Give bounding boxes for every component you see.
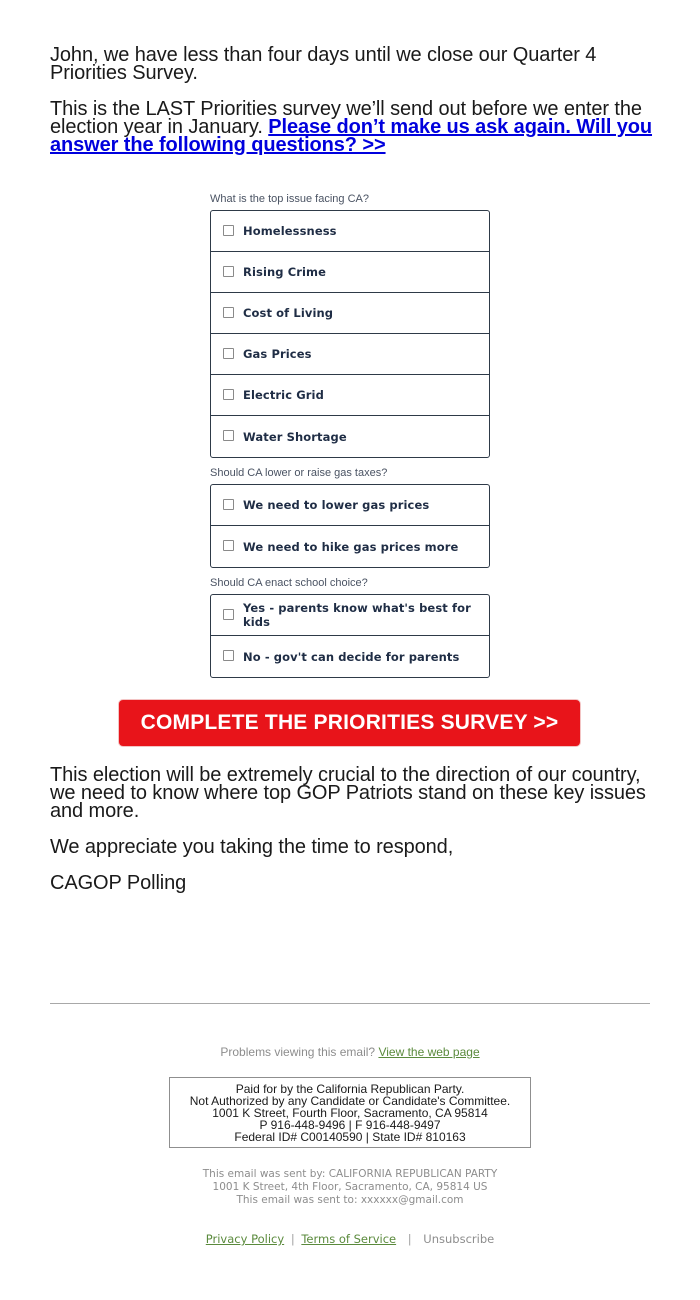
option-label: Water Shortage <box>243 429 347 444</box>
terms-of-service-link[interactable]: Terms of Service <box>301 1232 396 1246</box>
divider <box>50 1003 650 1004</box>
checkbox-icon[interactable] <box>223 388 234 400</box>
question-label: Should CA lower or raise gas taxes? <box>210 467 388 479</box>
options-list: We need to lower gas prices We need to h… <box>210 484 490 568</box>
checkbox-icon[interactable] <box>223 650 234 661</box>
checkbox-icon[interactable] <box>223 540 234 551</box>
checkbox-icon[interactable] <box>223 224 234 236</box>
checkbox-icon[interactable] <box>223 498 234 510</box>
recipient-line: This email was sent to: xxxxxx@gmail.com <box>236 1194 464 1206</box>
option-label: We need to hike gas prices more <box>243 539 459 554</box>
option-label: No - gov't can decide for parents <box>243 649 460 664</box>
option-homelessness[interactable]: Homelessness <box>211 211 489 252</box>
option-electric-grid[interactable]: Electric Grid <box>211 375 489 416</box>
intro-paragraph-1: John, we have less than four days until … <box>50 44 597 84</box>
complete-survey-button[interactable]: COMPLETE THE PRIORITIES SURVEY >> <box>118 699 581 747</box>
email-closing: This election will be extremely crucial … <box>50 764 660 910</box>
option-label: Gas Prices <box>243 347 312 361</box>
option-label: Yes - parents know what's best for kids <box>243 601 471 629</box>
footer-links: Privacy Policy | Terms of Service | Unsu… <box>0 1232 700 1246</box>
option-water-shortage[interactable]: Water Shortage <box>211 416 489 457</box>
paid-for-disclaimer: Paid for by the California Republican Pa… <box>169 1077 531 1148</box>
sender-address: 1001 K Street, 4th Floor, Sacramento, CA… <box>212 1181 488 1193</box>
options-list: Yes - parents know what's best for kids … <box>210 594 490 678</box>
option-label: Rising Crime <box>243 265 327 279</box>
option-rising-crime[interactable]: Rising Crime <box>211 252 489 293</box>
view-web-page-link[interactable]: View the web page <box>378 1045 479 1059</box>
option-hike-gas-prices[interactable]: We need to hike gas prices more <box>211 526 489 567</box>
checkbox-icon[interactable] <box>223 430 234 441</box>
question-label: Should CA enact school choice? <box>210 577 368 589</box>
options-list: Homelessness Rising Crime Cost of Living… <box>210 210 490 458</box>
survey-question-1: What is the top issue facing CA? Homeles… <box>210 193 490 458</box>
checkbox-icon[interactable] <box>223 608 234 620</box>
option-label: Electric Grid <box>243 388 324 402</box>
separator: | <box>407 1232 412 1246</box>
separator: | <box>290 1232 295 1246</box>
disclaimer-line: Federal ID# C00140590 | State ID# 810163 <box>234 1130 466 1144</box>
option-label: Homelessness <box>243 224 337 238</box>
sender-line: This email was sent by: CALIFORNIA REPUB… <box>202 1168 498 1180</box>
option-school-choice-yes[interactable]: Yes - parents know what's best for kids <box>211 595 489 636</box>
intro-paragraph-2: This is the LAST Priorities survey we’ll… <box>50 99 654 155</box>
unsubscribe-link[interactable]: Unsubscribe <box>423 1232 494 1246</box>
survey-question-3: Should CA enact school choice? Yes - par… <box>210 577 490 678</box>
option-cost-of-living[interactable]: Cost of Living <box>211 293 489 334</box>
option-school-choice-no[interactable]: No - gov't can decide for parents <box>211 636 489 677</box>
option-lower-gas-prices[interactable]: We need to lower gas prices <box>211 485 489 526</box>
email-intro: John, we have less than four days until … <box>50 44 654 172</box>
survey-question-2: Should CA lower or raise gas taxes? We n… <box>210 467 490 568</box>
checkbox-icon[interactable] <box>223 306 234 318</box>
option-label: We need to lower gas prices <box>243 498 430 512</box>
option-label: Cost of Living <box>243 306 334 320</box>
sender-info: This email was sent by: CALIFORNIA REPUB… <box>0 1168 700 1207</box>
checkbox-icon[interactable] <box>223 347 234 359</box>
option-gas-prices[interactable]: Gas Prices <box>211 334 489 375</box>
closing-appreciation: We appreciate you taking the time to res… <box>50 836 454 858</box>
problems-viewing: Problems viewing this email? View the we… <box>0 1045 700 1059</box>
signature: CAGOP Polling <box>50 872 187 894</box>
privacy-policy-link[interactable]: Privacy Policy <box>206 1232 284 1246</box>
problems-text: Problems viewing this email? <box>220 1045 379 1059</box>
checkbox-icon[interactable] <box>223 265 234 277</box>
closing-paragraph: This election will be extremely crucial … <box>50 764 646 822</box>
question-label: What is the top issue facing CA? <box>210 193 369 205</box>
